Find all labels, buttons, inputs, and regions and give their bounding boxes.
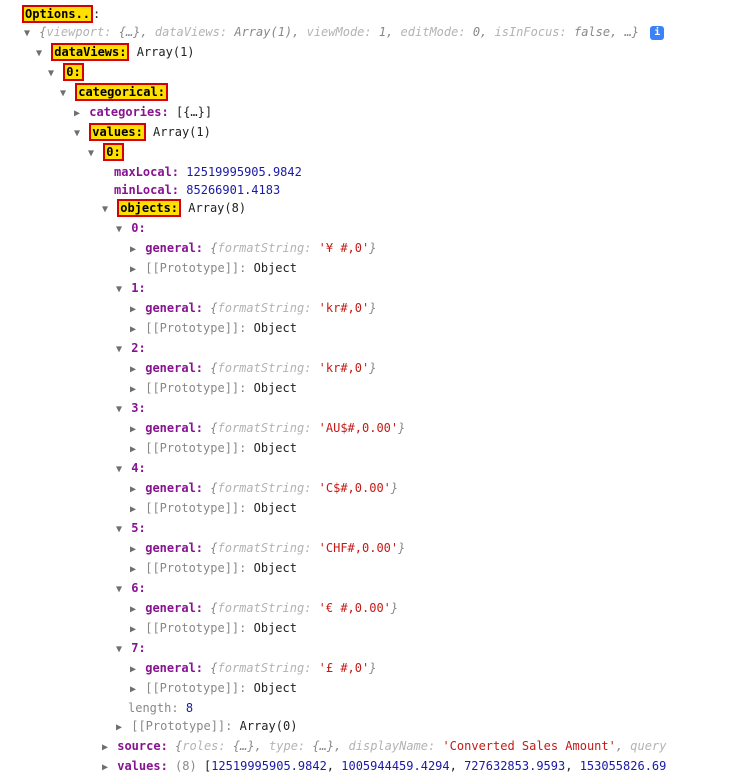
object-proto-row[interactable]: ▶ [[Prototype]]: Object (10, 679, 743, 699)
expand-arrow-icon[interactable]: ▼ (114, 521, 124, 539)
object-proto-row[interactable]: ▶ [[Prototype]]: Object (10, 379, 743, 399)
expand-arrow-icon[interactable]: ▶ (114, 719, 124, 737)
expand-arrow-icon[interactable]: ▼ (114, 341, 124, 359)
expand-arrow-icon[interactable]: ▼ (86, 145, 96, 163)
expand-arrow-icon[interactable]: ▶ (128, 501, 138, 519)
object-index-row[interactable]: ▼ 7: (10, 639, 743, 659)
expand-arrow-icon[interactable]: ▶ (128, 381, 138, 399)
maxlocal-row[interactable]: maxLocal: 12519995905.9842 (10, 163, 743, 181)
source-row[interactable]: ▶ source: {roles: {…}, type: {…}, displa… (10, 737, 743, 757)
expand-arrow-icon[interactable]: ▼ (46, 65, 56, 83)
object-index-key: 1: (131, 281, 145, 295)
options-highlight: Options.. (22, 5, 93, 23)
object-index-key: 6: (131, 581, 145, 595)
expand-arrow-icon[interactable]: ▶ (72, 105, 82, 123)
object-index-row[interactable]: ▼ 4: (10, 459, 743, 479)
expand-arrow-icon[interactable]: ▶ (128, 261, 138, 279)
object-index-row[interactable]: ▼ 5: (10, 519, 743, 539)
dataviews-highlight: dataViews: (51, 43, 129, 61)
expand-arrow-icon[interactable]: ▼ (114, 221, 124, 239)
expand-arrow-icon[interactable]: ▼ (114, 461, 124, 479)
object-general-row[interactable]: ▶ general: {formatString: '¥ #,0'} (10, 239, 743, 259)
expand-arrow-icon[interactable]: ▶ (128, 441, 138, 459)
values-index-highlight: 0: (103, 143, 123, 161)
object-index-row[interactable]: ▼ 0: (10, 219, 743, 239)
object-index-row[interactable]: ▼ 3: (10, 399, 743, 419)
expand-arrow-icon[interactable]: ▶ (128, 621, 138, 639)
minlocal-row[interactable]: minLocal: 85266901.4183 (10, 181, 743, 199)
object-proto-row[interactable]: ▶ [[Prototype]]: Object (10, 439, 743, 459)
categorical-row[interactable]: ▼ categorical: (10, 83, 743, 103)
expand-arrow-icon[interactable]: ▶ (128, 301, 138, 319)
object-proto-row[interactable]: ▶ [[Prototype]]: Object (10, 319, 743, 339)
dataviews-row[interactable]: ▼ dataViews: Array(1) (10, 43, 743, 63)
object-index-key: 2: (131, 341, 145, 355)
object-general-row[interactable]: ▶ general: {formatString: 'AU$#,0.00'} (10, 419, 743, 439)
expand-arrow-icon[interactable]: ▶ (100, 739, 110, 757)
object-general-row[interactable]: ▶ general: {formatString: '€ #,0.00'} (10, 599, 743, 619)
options-line[interactable]: Options..: (10, 5, 743, 23)
expand-arrow-icon[interactable]: ▶ (128, 661, 138, 679)
expand-arrow-icon[interactable]: ▶ (128, 421, 138, 439)
object-index-row[interactable]: ▼ 6: (10, 579, 743, 599)
expand-arrow-icon[interactable]: ▶ (128, 481, 138, 499)
expand-arrow-icon[interactable]: ▼ (114, 281, 124, 299)
object-index-key: 3: (131, 401, 145, 415)
expand-arrow-icon[interactable]: ▶ (128, 241, 138, 259)
object-index-key: 5: (131, 521, 145, 535)
objects-highlight: objects: (117, 199, 181, 217)
object-index-row[interactable]: ▼ 2: (10, 339, 743, 359)
values-row[interactable]: ▼ values: Array(1) (10, 123, 743, 143)
expand-arrow-icon[interactable]: ▼ (22, 25, 32, 43)
dv-index-highlight: 0: (63, 63, 83, 81)
object-proto-row[interactable]: ▶ [[Prototype]]: Object (10, 259, 743, 279)
expand-arrow-icon[interactable]: ▼ (114, 401, 124, 419)
expand-arrow-icon[interactable]: ▼ (58, 85, 68, 103)
objects-length-row[interactable]: length: 8 (10, 699, 743, 717)
expand-arrow-icon[interactable]: ▼ (100, 201, 110, 219)
expand-arrow-icon[interactable]: ▶ (128, 681, 138, 699)
object-general-row[interactable]: ▶ general: {formatString: 'kr#,0'} (10, 359, 743, 379)
expand-arrow-icon[interactable]: ▼ (34, 45, 44, 63)
object-index-key: 4: (131, 461, 145, 475)
objects-row[interactable]: ▼ objects: Array(8) (10, 199, 743, 219)
objects-proto-row[interactable]: ▶ [[Prototype]]: Array(0) (10, 717, 743, 737)
object-proto-row[interactable]: ▶ [[Prototype]]: Object (10, 559, 743, 579)
object-proto-row[interactable]: ▶ [[Prototype]]: Object (10, 619, 743, 639)
expand-arrow-icon[interactable]: ▶ (100, 759, 110, 777)
values-array-row[interactable]: ▶ values: (8) [12519995905.9842, 1005944… (10, 757, 743, 777)
values-highlight: values: (89, 123, 146, 141)
object-index-key: 0: (131, 221, 145, 235)
dv-index-row[interactable]: ▼ 0: (10, 63, 743, 83)
expand-arrow-icon[interactable]: ▼ (72, 125, 82, 143)
object-proto-row[interactable]: ▶ [[Prototype]]: Object (10, 499, 743, 519)
categorical-highlight: categorical: (75, 83, 168, 101)
object-index-row[interactable]: ▼ 1: (10, 279, 743, 299)
expand-arrow-icon[interactable]: ▶ (128, 561, 138, 579)
expand-arrow-icon[interactable]: ▶ (128, 541, 138, 559)
object-general-row[interactable]: ▶ general: {formatString: 'CHF#,0.00'} (10, 539, 743, 559)
expand-arrow-icon[interactable]: ▶ (128, 361, 138, 379)
object-general-row[interactable]: ▶ general: {formatString: 'C$#,0.00'} (10, 479, 743, 499)
object-general-row[interactable]: ▶ general: {formatString: 'kr#,0'} (10, 299, 743, 319)
root-summary[interactable]: ▼ {viewport: {…}, dataViews: Array(1), v… (10, 23, 743, 43)
expand-arrow-icon[interactable]: ▶ (128, 601, 138, 619)
categories-row[interactable]: ▶ categories: [{…}] (10, 103, 743, 123)
expand-arrow-icon[interactable]: ▼ (114, 641, 124, 659)
object-general-row[interactable]: ▶ general: {formatString: '£ #,0'} (10, 659, 743, 679)
expand-arrow-icon[interactable]: ▶ (128, 321, 138, 339)
object-index-key: 7: (131, 641, 145, 655)
expand-arrow-icon[interactable]: ▼ (114, 581, 124, 599)
info-icon[interactable]: i (650, 26, 664, 40)
values-index-row[interactable]: ▼ 0: (10, 143, 743, 163)
